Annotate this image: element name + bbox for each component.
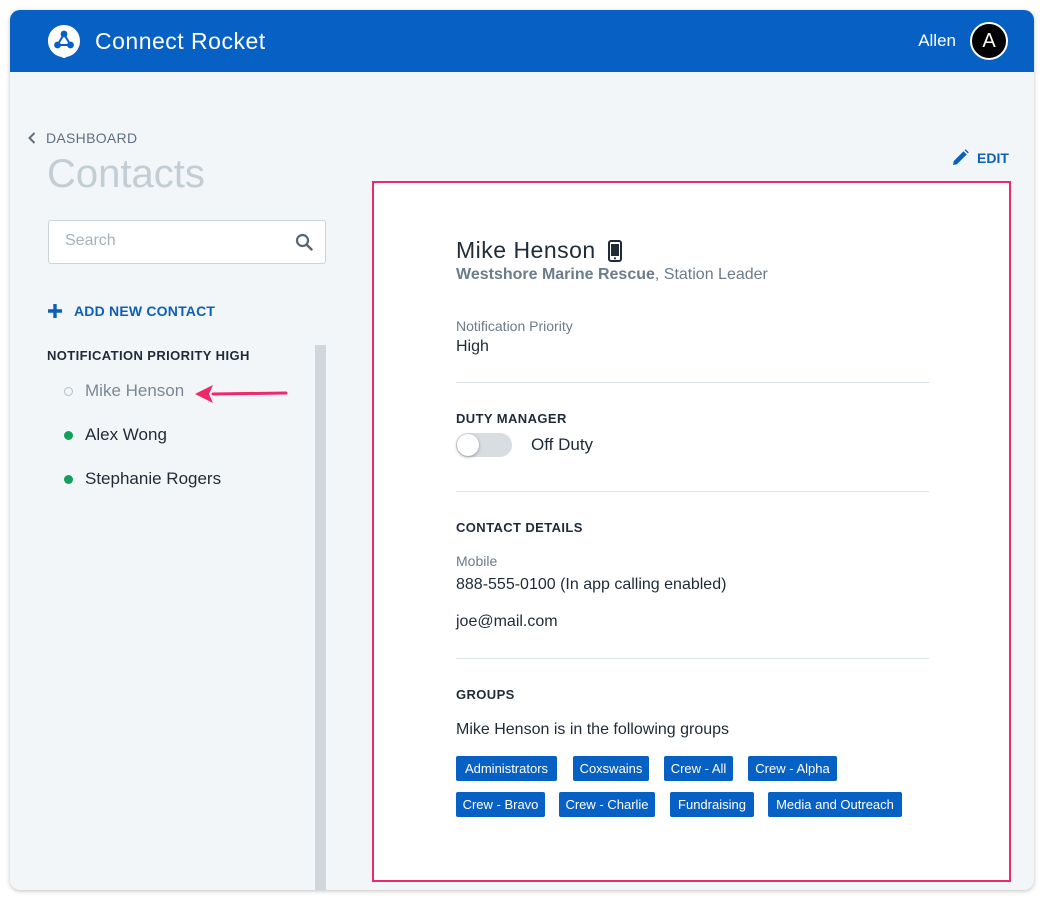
group-chip[interactable]: Crew - Charlie [559, 792, 655, 817]
status-dot-online [64, 474, 73, 484]
app-window: Connect Rocket Allen A DASHBOARD Contact… [10, 10, 1034, 890]
toggle-knob [457, 434, 479, 456]
duty-toggle[interactable] [456, 433, 512, 457]
app-title: Connect Rocket [95, 28, 266, 54]
notification-priority-value: High [456, 338, 489, 355]
group-chip[interactable]: Administrators [456, 756, 557, 781]
chevron-left-icon [28, 132, 36, 144]
status-dot-offline [64, 386, 73, 396]
group-chip[interactable]: Crew - Bravo [456, 792, 545, 817]
duty-manager-heading: DUTY MANAGER [456, 411, 567, 426]
organization-line: Westshore Marine Rescue, Station Leader [456, 266, 768, 284]
group-chip[interactable]: Coxswains [573, 756, 649, 781]
groups-intro: Mike Henson is in the following groups [456, 721, 730, 738]
search-box[interactable] [48, 220, 326, 264]
plus-icon [48, 304, 62, 318]
contact-detail-panel: Mike Henson Westshore Marine Rescue, Sta… [372, 181, 1011, 882]
back-to-dashboard-link[interactable]: DASHBOARD [28, 130, 137, 146]
group-chip[interactable]: Media and Outreach [768, 792, 902, 817]
divider [456, 491, 929, 492]
role-title: , Station Leader [654, 266, 768, 283]
notification-priority-label: Notification Priority [456, 318, 573, 334]
add-new-contact-button[interactable]: ADD NEW CONTACT [48, 303, 215, 319]
connect-rocket-logo-icon[interactable] [47, 24, 81, 58]
group-chip[interactable]: Fundraising [670, 792, 754, 817]
group-chip[interactable]: Crew - Alpha [748, 756, 837, 781]
group-chip[interactable]: Crew - All [664, 756, 733, 781]
user-name[interactable]: Allen [918, 31, 956, 51]
contact-name: Stephanie Rogers [85, 469, 222, 488]
contact-name: Alex Wong [85, 425, 167, 444]
contact-item-alex-wong[interactable]: Alex Wong [64, 425, 167, 445]
edit-button[interactable]: EDIT [952, 149, 1009, 166]
duty-status-label: Off Duty [531, 435, 594, 454]
top-bar: Connect Rocket Allen A [10, 10, 1034, 72]
avatar[interactable]: A [970, 22, 1008, 60]
divider [456, 382, 929, 383]
pencil-icon [953, 149, 969, 165]
edit-label: EDIT [977, 149, 1009, 166]
pointer-arrow-icon [195, 385, 288, 403]
contact-name-row: Mike Henson [456, 237, 622, 264]
page-title: Contacts [47, 152, 205, 196]
back-link-label: DASHBOARD [46, 130, 138, 146]
mobile-value[interactable]: 888-555-0100 (In app calling enabled) [456, 576, 726, 594]
contact-name: Mike Henson [85, 381, 185, 400]
mobile-label: Mobile [456, 553, 498, 569]
mobile-phone-icon [607, 239, 622, 262]
contact-detail-name: Mike Henson [456, 237, 596, 263]
search-input[interactable] [63, 231, 287, 251]
contact-item-stephanie-rogers[interactable]: Stephanie Rogers [64, 469, 221, 489]
contact-section-label: NOTIFICATION PRIORITY HIGH [47, 348, 250, 363]
status-dot-online [64, 430, 73, 440]
contact-details-heading: CONTACT DETAILS [456, 520, 583, 535]
groups-heading: GROUPS [456, 687, 515, 702]
email-value[interactable]: joe@mail.com [456, 613, 558, 631]
search-icon[interactable] [295, 233, 313, 251]
add-new-contact-label: ADD NEW CONTACT [74, 303, 216, 319]
contact-list-scrollbar[interactable] [315, 345, 326, 890]
contact-item-mike-henson[interactable]: Mike Henson [64, 381, 184, 401]
divider [456, 658, 929, 659]
organization-name: Westshore Marine Rescue [456, 266, 655, 283]
